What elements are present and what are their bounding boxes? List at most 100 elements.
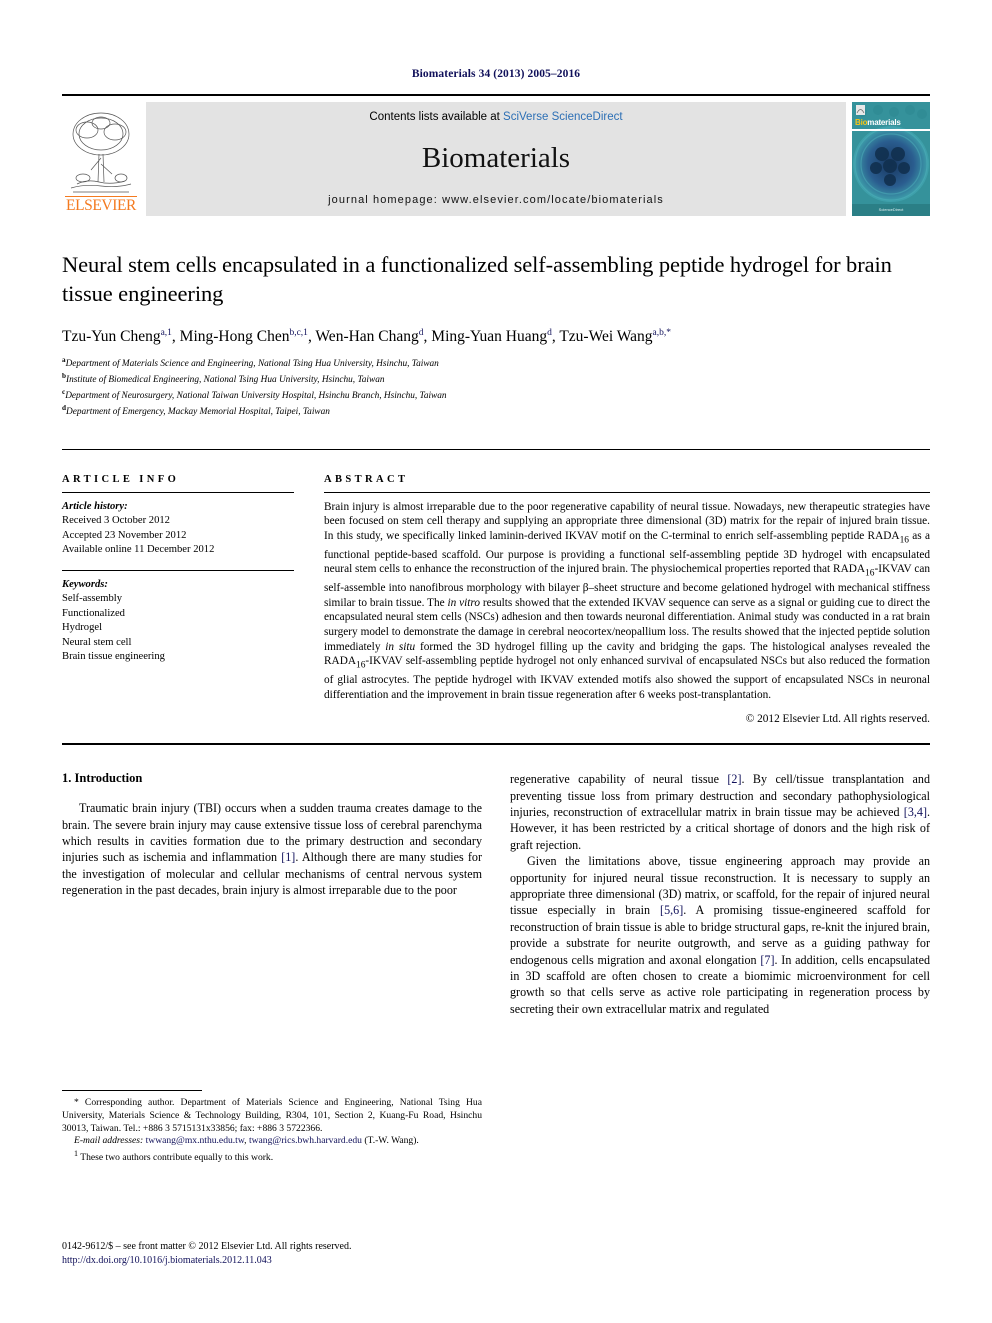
abstract-subscript: 16 — [356, 660, 366, 671]
article-history-block: Article history: Received 3 October 2012… — [62, 500, 294, 558]
cover-elsevier-mark-icon — [856, 105, 865, 115]
author-entry: Ming-Yuan Huangd, — [431, 328, 559, 345]
cover-divider — [852, 129, 930, 131]
paragraph: Given the limitations above, tissue engi… — [510, 853, 930, 1017]
author-name: Tzu-Wei Wang — [559, 328, 653, 346]
cover-footer-text: ScienceDirect — [878, 207, 904, 212]
citation-ref[interactable]: [1] — [281, 850, 295, 864]
abstract-part: -IKVAV self-assembling peptide hydrogel … — [324, 655, 930, 701]
cover-title: Biomaterials — [855, 118, 901, 127]
running-head: Biomaterials 34 (2013) 2005–2016 — [411, 68, 581, 80]
keyword-item: Brain tissue engineering — [62, 651, 165, 663]
journal-title: Biomaterials — [421, 142, 571, 174]
elsevier-wordmark: ELSEVIER — [65, 196, 137, 214]
citation-ref[interactable]: [5,6] — [660, 903, 683, 917]
section-heading-introduction: 1. Introduction — [62, 771, 143, 786]
author-list: Tzu-Yun Chenga,1, Ming-Hong Chenb,c,1, W… — [62, 323, 930, 347]
email-owner: (T.-W. Wang). — [361, 1135, 419, 1147]
abstract-italic: in situ — [385, 640, 416, 653]
author-entry: Wen-Han Changd, — [315, 328, 431, 345]
journal-header-band: ELSEVIER Contents lists available at Sci… — [62, 94, 930, 216]
issn-line: 0142-9612/$ – see front matter © 2012 El… — [62, 1241, 352, 1252]
contents-prefix: Contents lists available at — [369, 111, 504, 123]
abstract-copyright: © 2012 Elsevier Ltd. All rights reserved… — [745, 713, 930, 726]
keyword-item: Hydrogel — [62, 622, 103, 634]
article-info-rule — [62, 491, 294, 493]
journal-homepage-link[interactable]: journal homepage: www.elsevier.com/locat… — [328, 194, 664, 206]
author-entry: Tzu-Wei Wanga,b,* — [559, 328, 671, 345]
contents-available-line: Contents lists available at SciVerse Sci… — [369, 111, 622, 123]
affiliation-text: Department of Materials Science and Engi… — [65, 359, 439, 370]
article-history-label: Article history: — [62, 500, 128, 512]
footnote-text: These two authors contribute equally to … — [78, 1152, 274, 1164]
author-name: Ming-Yuan Huang — [431, 328, 548, 346]
body-columns: 1. Introduction Traumatic brain injury (… — [62, 745, 930, 1017]
email-link-primary[interactable]: twwang@mx.nthu.edu.tw — [146, 1135, 245, 1146]
author-sep: , — [171, 328, 180, 346]
affiliation-text: Institute of Biomedical Engineering, Nat… — [66, 375, 385, 386]
history-available-online: Available online 11 December 2012 — [62, 544, 215, 556]
article-page: Biomaterials 34 (2013) 2005–2016 ELSEVIE… — [0, 0, 992, 1323]
abstract-column: ABSTRACT Brain injury is almost irrepara… — [310, 474, 930, 725]
doi-link[interactable]: http://dx.doi.org/10.1016/j.biomaterials… — [62, 1254, 562, 1268]
affiliation-item: aDepartment of Materials Science and Eng… — [62, 355, 930, 371]
journal-header-center: Contents lists available at SciVerse Sci… — [146, 102, 846, 216]
abstract-heading: ABSTRACT — [324, 473, 409, 485]
paragraph: Traumatic brain injury (TBI) occurs when… — [62, 800, 482, 898]
body-column-right: regenerative capability of neural tissue… — [510, 771, 930, 1017]
issn-doi-block: 0142-9612/$ – see front matter © 2012 El… — [62, 1240, 562, 1267]
author-affil-mark: a,b,* — [652, 328, 671, 338]
history-received: Received 3 October 2012 — [62, 515, 170, 527]
info-abstract-section: ARTICLE INFO Article history: Received 3… — [62, 448, 930, 725]
journal-cover-thumbnail: Biomaterials ScienceDirect — [852, 102, 930, 216]
abstract-part: Brain injury is almost irreparable due t… — [324, 500, 930, 542]
paragraph: regenerative capability of neural tissue… — [510, 771, 930, 853]
article-info-heading: ARTICLE INFO — [62, 473, 180, 485]
cover-title-bio: Bio — [855, 118, 868, 127]
citation-ref[interactable]: [2] — [727, 772, 741, 786]
page-title: Neural stem cells encapsulated in a func… — [62, 252, 892, 306]
abstract-rule — [324, 491, 930, 493]
abstract-subscript: 16 — [899, 535, 909, 546]
keyword-item: Neural stem cell — [62, 636, 132, 648]
body-column-left: 1. Introduction Traumatic brain injury (… — [62, 771, 482, 1017]
paragraph-part: regenerative capability of neural tissue — [510, 772, 728, 787]
keyword-item: Functionalized — [62, 607, 125, 619]
affiliation-text: Department of Neurosurgery, National Tai… — [65, 391, 447, 402]
elsevier-logo: ELSEVIER — [62, 102, 140, 216]
author-name: Tzu-Yun Cheng — [62, 328, 161, 346]
citation-ref[interactable]: [7] — [760, 953, 774, 967]
keyword-item: Self-assembly — [62, 593, 123, 605]
author-name: Wen-Han Chang — [315, 328, 419, 346]
abstract-italic: in vitro — [447, 596, 480, 609]
author-affil-mark: a,1 — [160, 328, 172, 338]
email-link-secondary[interactable]: twang@rics.bwh.harvard.edu — [249, 1135, 362, 1146]
author-entry: Tzu-Yun Chenga,1, — [62, 328, 180, 345]
footnotes-block: * Corresponding author. Department of Ma… — [62, 1090, 482, 1165]
keywords-label: Keywords: — [62, 578, 108, 590]
author-affil-mark: b,c,1 — [289, 328, 308, 338]
footnote-email: E-mail addresses: twwang@mx.nthu.edu.tw,… — [62, 1135, 482, 1148]
history-accepted: Accepted 23 November 2012 — [62, 529, 187, 541]
footnote-corresponding-author: * Corresponding author. Department of Ma… — [62, 1097, 482, 1135]
author-entry: Ming-Hong Chenb,c,1, — [180, 328, 316, 345]
sciencedirect-link[interactable]: SciVerse ScienceDirect — [503, 111, 623, 123]
footnote-rule — [62, 1090, 202, 1091]
elsevier-tree-icon — [70, 112, 132, 193]
citation-ref[interactable]: [3,4] — [904, 805, 927, 819]
affiliation-list: aDepartment of Materials Science and Eng… — [62, 355, 930, 419]
email-label: E-mail addresses: — [74, 1135, 144, 1147]
article-info-column: ARTICLE INFO Article history: Received 3… — [62, 474, 310, 725]
keywords-rule — [62, 569, 294, 571]
affiliation-item: dDepartment of Emergency, Mackay Memoria… — [62, 403, 930, 419]
abstract-body: Brain injury is almost irreparable due t… — [324, 500, 930, 702]
affiliation-text: Department of Emergency, Mackay Memorial… — [66, 406, 330, 417]
footnote-equal-contribution: 1 These two authors contribute equally t… — [62, 1148, 482, 1165]
affiliation-item: cDepartment of Neurosurgery, National Ta… — [62, 387, 930, 403]
keywords-block: Keywords: Self-assembly Functionalized H… — [62, 578, 294, 665]
cover-title-materials: materials — [867, 118, 901, 127]
author-name: Ming-Hong Chen — [179, 328, 290, 346]
footnote-text: Corresponding author. Department of Mate… — [62, 1097, 482, 1134]
title-block: Neural stem cells encapsulated in a func… — [62, 216, 930, 419]
affiliation-item: bInstitute of Biomedical Engineering, Na… — [62, 371, 930, 387]
